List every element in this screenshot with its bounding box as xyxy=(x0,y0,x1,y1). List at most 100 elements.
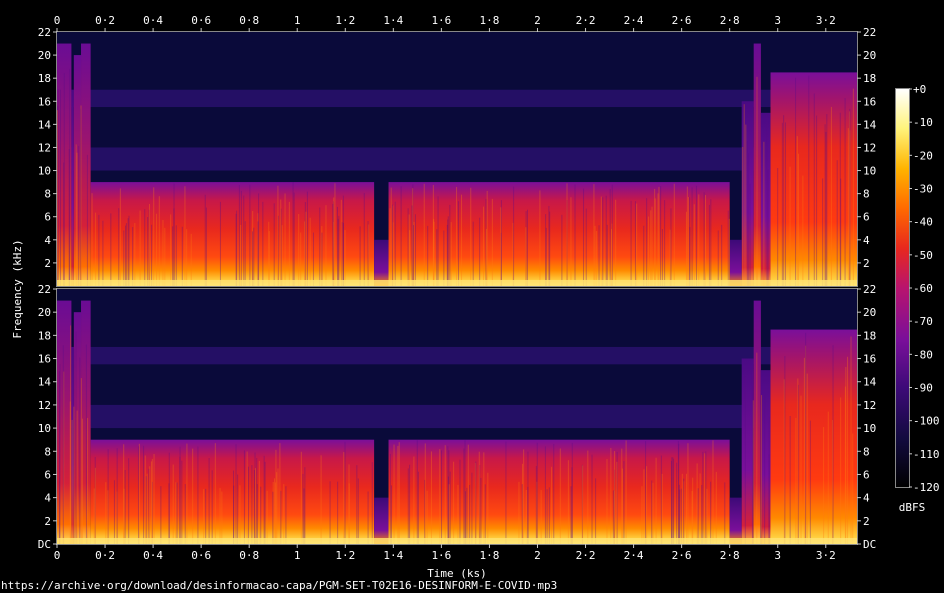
colorbar-tick-label: +0 xyxy=(913,83,926,96)
texture-stripe xyxy=(652,482,654,544)
texture-stripe xyxy=(598,225,600,286)
texture-stripe xyxy=(280,490,282,544)
texture-stripe xyxy=(483,206,485,286)
texture-stripe xyxy=(110,213,112,286)
texture-stripe xyxy=(208,458,210,544)
texture-stripe xyxy=(371,462,373,544)
y-tick-label-right: 14 xyxy=(863,376,877,389)
texture-stripe xyxy=(333,197,335,286)
x-tick-label-top: 0 xyxy=(54,14,61,27)
texture-stripe xyxy=(86,154,88,286)
texture-stripe xyxy=(459,459,461,544)
texture-stripe xyxy=(672,457,674,544)
texture-stripe xyxy=(219,201,221,286)
x-tick-label-bottom: 0·4 xyxy=(143,549,163,562)
texture-stripe xyxy=(763,141,765,286)
texture-stripe xyxy=(505,441,507,544)
texture-stripe xyxy=(651,480,653,544)
texture-stripe xyxy=(197,446,199,544)
texture-stripe xyxy=(149,466,151,544)
x-tick-label-top: 2 xyxy=(534,14,541,27)
segment-7 xyxy=(729,239,742,286)
y-axis-label: Frequency (kHz) xyxy=(11,239,24,338)
noise-band-1 xyxy=(57,89,857,108)
texture-stripe xyxy=(302,473,304,544)
x-tick-label-top: 2·8 xyxy=(720,14,740,27)
texture-stripe xyxy=(487,472,489,544)
texture-stripe xyxy=(253,470,255,544)
texture-stripe xyxy=(119,188,121,286)
texture-stripe xyxy=(606,459,608,544)
texture-stripe xyxy=(390,485,392,544)
texture-stripe xyxy=(471,472,473,544)
texture-stripe xyxy=(184,484,186,544)
spectrogram-chart: 22 2220 2018 1816 1614 1412 1210 108 86 64 42 222 22… xyxy=(1,14,940,592)
texture-stripe xyxy=(300,232,302,286)
texture-stripe xyxy=(118,208,120,286)
texture-stripe xyxy=(285,486,287,544)
texture-stripe xyxy=(172,464,174,544)
texture-stripe xyxy=(513,186,515,286)
texture-stripe xyxy=(646,198,648,286)
texture-stripe xyxy=(570,197,572,286)
y-tick-label-left: 10 xyxy=(38,422,51,435)
texture-stripe xyxy=(658,186,660,286)
texture-stripe xyxy=(342,195,344,286)
y-tick-label-right: 18 xyxy=(863,72,876,85)
colorbar-tick-label: -120 xyxy=(913,481,940,494)
texture-stripe xyxy=(600,196,602,286)
texture-stripe xyxy=(363,192,365,286)
texture-stripe xyxy=(650,210,652,286)
texture-stripe xyxy=(553,443,555,544)
texture-stripe xyxy=(724,482,726,544)
texture-stripe xyxy=(728,218,730,286)
texture-stripe xyxy=(693,204,695,286)
texture-stripe xyxy=(727,210,729,286)
texture-stripe xyxy=(257,221,259,286)
texture-stripe xyxy=(469,484,471,544)
texture-stripe xyxy=(567,460,569,544)
texture-stripe xyxy=(367,491,369,544)
y-tick-label-left: 8 xyxy=(44,445,51,458)
colorbar: +0 -10 -20 -30 -40 -50 -60 -70 -80 -90 -100 -110 -12… xyxy=(895,83,940,494)
texture-stripe xyxy=(789,416,791,544)
texture-stripe xyxy=(585,208,587,286)
texture-stripe xyxy=(164,227,166,286)
texture-stripe xyxy=(275,482,277,544)
texture-stripe xyxy=(125,223,127,286)
texture-stripe xyxy=(134,223,136,286)
texture-stripe xyxy=(319,207,321,286)
texture-stripe xyxy=(283,484,285,544)
texture-stripe xyxy=(153,453,155,544)
colorbar-gradient xyxy=(896,89,909,487)
texture-stripe xyxy=(767,169,769,286)
texture-stripe xyxy=(263,455,265,544)
texture-stripe xyxy=(63,162,65,286)
segment-1 xyxy=(71,89,74,287)
texture-stripe xyxy=(80,378,82,544)
texture-stripe xyxy=(641,486,643,544)
texture-stripe xyxy=(190,233,192,286)
texture-stripe xyxy=(168,483,170,544)
texture-stripe xyxy=(685,211,687,286)
texture-stripe xyxy=(478,451,480,544)
texture-stripe xyxy=(151,458,153,544)
texture-stripe xyxy=(173,183,175,286)
texture-stripe xyxy=(549,211,551,286)
texture-stripe xyxy=(806,373,808,544)
texture-stripe xyxy=(673,183,675,286)
x-tick-label-bottom: 3 xyxy=(774,549,781,562)
segment-5 xyxy=(374,239,389,286)
texture-stripe xyxy=(70,325,72,544)
texture-stripe xyxy=(340,199,342,286)
texture-stripe xyxy=(670,460,672,544)
texture-stripe xyxy=(128,215,130,286)
texture-stripe xyxy=(822,178,824,286)
y-tick-label-right: DC xyxy=(863,538,876,551)
colorbar-tick-label: -10 xyxy=(913,116,933,129)
texture-stripe xyxy=(390,187,392,286)
texture-stripe xyxy=(94,467,96,544)
texture-stripe xyxy=(95,212,97,286)
texture-stripe xyxy=(802,175,804,286)
texture-stripe xyxy=(444,445,446,544)
